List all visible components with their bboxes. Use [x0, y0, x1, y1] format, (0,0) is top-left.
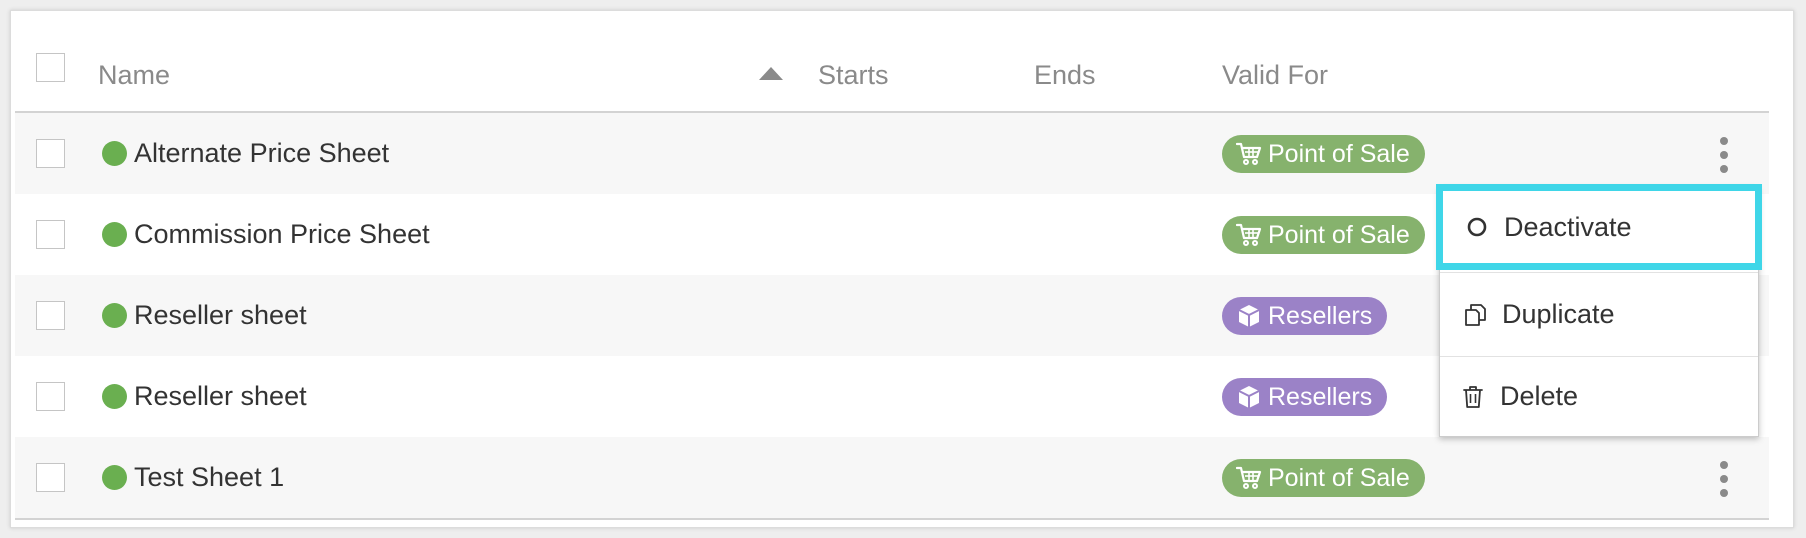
circle-outline-icon	[1464, 214, 1490, 240]
active-status-dot	[102, 141, 127, 166]
row-checkbox[interactable]	[36, 220, 65, 249]
duplicate-label: Duplicate	[1502, 299, 1615, 329]
active-status-dot	[102, 384, 127, 409]
sort-ascending-icon[interactable]	[759, 67, 783, 80]
column-header-name[interactable]: Name	[98, 60, 170, 90]
delete-menu-item[interactable]: Delete	[1440, 356, 1758, 436]
cart-icon	[1236, 222, 1262, 248]
column-header-ends[interactable]: Ends	[1034, 60, 1096, 90]
valid-for-label: Point of Sale	[1268, 220, 1410, 249]
valid-for-badge: Point of Sale	[1222, 459, 1425, 497]
price-sheet-name[interactable]: Alternate Price Sheet	[134, 138, 389, 168]
valid-for-label: Point of Sale	[1268, 139, 1410, 168]
valid-for-label: Resellers	[1268, 382, 1373, 411]
duplicate-menu-item[interactable]: Duplicate	[1440, 272, 1758, 356]
price-sheet-name[interactable]: Reseller sheet	[134, 300, 307, 330]
valid-for-label: Resellers	[1268, 301, 1373, 330]
deactivate-menu-item[interactable]: Deactivate	[1436, 184, 1762, 270]
cart-icon	[1236, 141, 1262, 167]
row-actions-menu-button[interactable]	[1714, 459, 1734, 499]
valid-for-label: Point of Sale	[1268, 463, 1410, 492]
column-header-starts[interactable]: Starts	[818, 60, 889, 90]
valid-for-badge: Point of Sale	[1222, 135, 1425, 173]
table-bottom-border	[15, 518, 1769, 520]
table-row[interactable]: Test Sheet 1 Point of Sale	[15, 437, 1769, 518]
table-header: Name Starts Ends Valid For	[15, 15, 1769, 113]
valid-for-badge: Resellers	[1222, 297, 1388, 335]
deactivate-label: Deactivate	[1504, 211, 1632, 242]
select-all-checkbox[interactable]	[36, 53, 65, 82]
valid-for-badge: Point of Sale	[1222, 216, 1425, 254]
active-status-dot	[102, 303, 127, 328]
valid-for-badge: Resellers	[1222, 378, 1388, 416]
row-checkbox[interactable]	[36, 301, 65, 330]
column-header-valid-for[interactable]: Valid For	[1222, 60, 1328, 90]
row-checkbox[interactable]	[36, 382, 65, 411]
row-checkbox[interactable]	[36, 139, 65, 168]
delete-label: Delete	[1500, 381, 1579, 411]
cart-icon	[1236, 465, 1262, 491]
duplicate-icon	[1462, 302, 1488, 328]
price-sheets-card: Name Starts Ends Valid For Alternate Pri…	[10, 10, 1794, 528]
price-sheet-name[interactable]: Commission Price Sheet	[134, 219, 430, 249]
active-status-dot	[102, 465, 127, 490]
box-icon	[1236, 384, 1262, 410]
trash-icon	[1460, 384, 1486, 410]
row-checkbox[interactable]	[36, 463, 65, 492]
row-actions-menu: Deactivate Duplicate Delete	[1436, 184, 1762, 437]
row-actions-menu-button[interactable]	[1714, 135, 1734, 175]
price-sheet-name[interactable]: Test Sheet 1	[134, 462, 284, 492]
box-icon	[1236, 303, 1262, 329]
price-sheet-name[interactable]: Reseller sheet	[134, 381, 307, 411]
active-status-dot	[102, 222, 127, 247]
table-row[interactable]: Alternate Price Sheet Point of Sale	[15, 113, 1769, 194]
